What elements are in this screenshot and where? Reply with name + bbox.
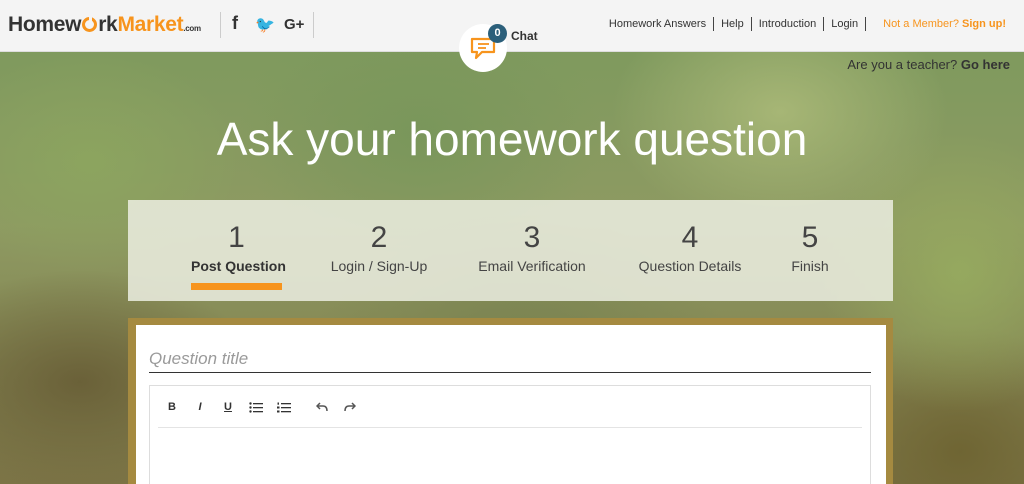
underline-button[interactable]: U: [214, 398, 242, 416]
numbered-list-button[interactable]: [270, 398, 298, 416]
signup-link[interactable]: Not a Member? Sign up!: [876, 17, 1006, 31]
logo-text-part1: Homew: [8, 13, 82, 36]
numbered-list-icon: [277, 402, 291, 412]
step-label: Login / Sign-Up: [330, 258, 428, 274]
nav-homework-answers[interactable]: Homework Answers: [602, 17, 715, 31]
nav-login[interactable]: Login: [824, 17, 867, 31]
question-body-editor[interactable]: B I U: [149, 385, 871, 484]
teacher-prompt-text: Are you a teacher?: [847, 57, 958, 72]
header-divider: [313, 12, 314, 38]
step-number: 4: [681, 221, 699, 254]
italic-button[interactable]: I: [186, 398, 214, 416]
step-post-question: 1 Post Question: [191, 220, 286, 274]
bullet-list-icon: [249, 401, 263, 413]
teacher-go-here-link[interactable]: Go here: [961, 57, 1010, 72]
question-title-input[interactable]: [149, 345, 871, 373]
step-number: 1: [228, 221, 245, 254]
teacher-prompt: Are you a teacher? Go here: [847, 57, 1010, 72]
google-plus-icon[interactable]: G+: [284, 16, 304, 33]
twitter-icon[interactable]: 🐦: [255, 15, 275, 35]
facebook-icon[interactable]: f: [232, 13, 238, 34]
logo-text-part2: rk: [98, 13, 118, 36]
logo-text-market: Market: [117, 13, 184, 36]
chat-label[interactable]: Chat: [511, 29, 538, 43]
step-label: Post Question: [191, 258, 286, 274]
step-number: 5: [801, 221, 819, 254]
site-logo[interactable]: Homew rkMarket.com: [8, 13, 201, 37]
undo-icon: [316, 402, 328, 412]
step-progress: 1 Post Question 2 Login / Sign-Up 3 Emai…: [128, 200, 893, 301]
chat-count-badge: 0: [488, 24, 507, 43]
step-label: Finish: [791, 258, 829, 274]
step-email-verification: 3 Email Verification: [468, 220, 596, 274]
nav-help[interactable]: Help: [714, 17, 752, 31]
bullet-list-button[interactable]: [242, 398, 270, 416]
page-title: Ask your homework question: [216, 113, 808, 165]
redo-button[interactable]: [336, 398, 364, 416]
member-prompt: Not a Member?: [883, 18, 959, 30]
editor-toolbar: B I U: [158, 398, 862, 428]
top-header: Homew rkMarket.com f 🐦 G+ Homework Answer…: [0, 0, 1024, 52]
logo-text-tld: .com: [183, 24, 201, 33]
step-question-details: 4 Question Details: [630, 220, 750, 274]
header-nav: Homework Answers Help Introduction Login…: [602, 17, 1006, 31]
undo-button[interactable]: [308, 398, 336, 416]
signup-label: Sign up!: [962, 18, 1006, 30]
nav-introduction[interactable]: Introduction: [752, 17, 825, 31]
step-number: 2: [370, 221, 388, 254]
step-finish: 5 Finish: [784, 220, 836, 274]
header-divider: [220, 12, 221, 38]
question-form: B I U: [136, 325, 886, 484]
step-number: 3: [523, 221, 541, 254]
step-label: Email Verification: [478, 258, 586, 274]
logo-o-icon: [82, 16, 98, 32]
bold-button[interactable]: B: [158, 398, 186, 416]
step-login-signup: 2 Login / Sign-Up: [324, 220, 434, 274]
active-step-indicator: [191, 283, 282, 290]
step-label: Question Details: [638, 258, 742, 274]
redo-icon: [344, 402, 356, 412]
